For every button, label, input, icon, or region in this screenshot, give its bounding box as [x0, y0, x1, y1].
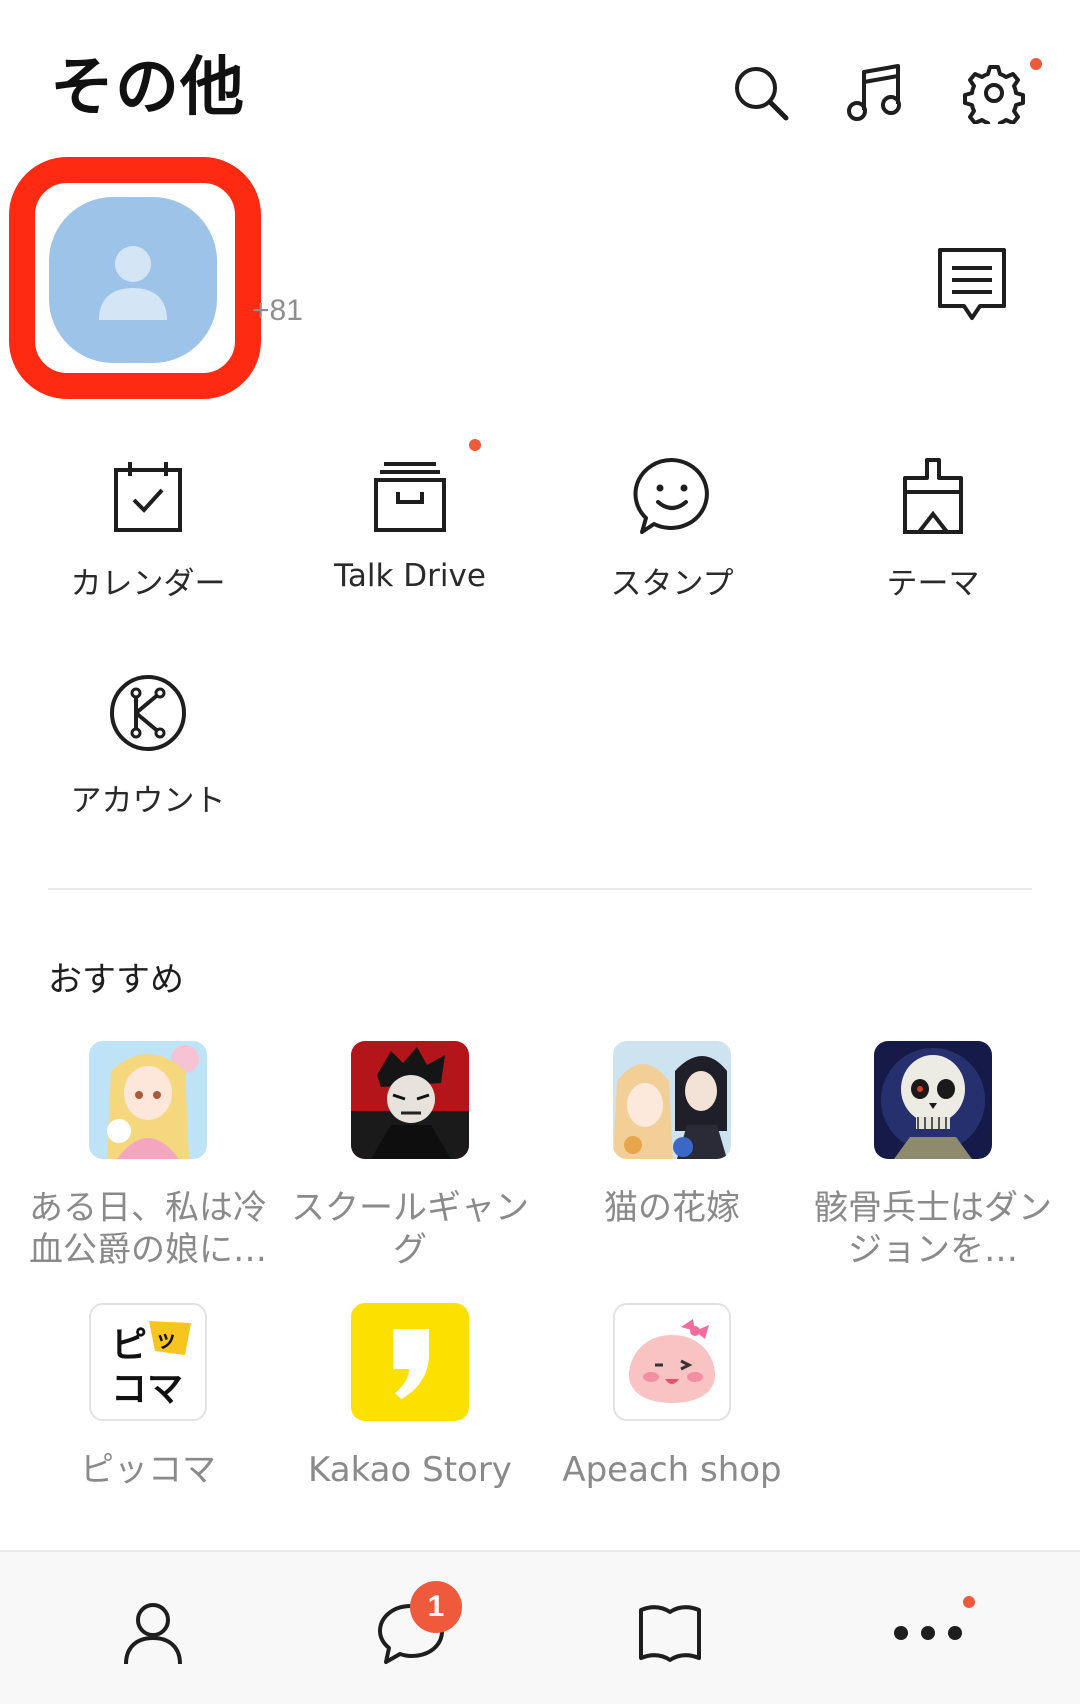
rec-item-apeach-shop[interactable]: Apeach shop [541, 1303, 803, 1491]
avatar[interactable] [49, 197, 217, 363]
paint-brush-icon [893, 456, 973, 536]
profile-phone: +81 [252, 294, 303, 327]
quick-item-label: アカウント [70, 783, 226, 819]
manga-cover-thumbnail [351, 1041, 469, 1159]
rec-item-label: Kakao Story [308, 1450, 512, 1490]
more-icon[interactable] [883, 1588, 973, 1678]
chat-unread-badge: 1 [410, 1581, 462, 1633]
manga-cover-thumbnail [89, 1041, 207, 1159]
apeach-logo [613, 1303, 731, 1421]
rec-item-label: スクールギャング [291, 1188, 529, 1270]
svg-text:ピ: ピ [111, 1325, 147, 1366]
talk-drive-notification-dot [469, 439, 481, 451]
svg-text:ッ: ッ [155, 1328, 177, 1353]
chat-bubble-icon[interactable] [934, 246, 1010, 326]
rec-item-manga-1[interactable]: ある日、私は冷血公爵の娘に… [17, 1041, 279, 1271]
smile-bubble-icon [632, 456, 712, 536]
rec-item-label: Apeach shop [562, 1450, 782, 1490]
drive-box-icon [370, 456, 450, 536]
gear-icon[interactable] [959, 58, 1029, 128]
rec-item-label: 骸骨兵士はダンジョンを… [814, 1188, 1052, 1270]
piccoma-logo: ピッコマ [89, 1303, 207, 1421]
recommendations-title: おすすめ [48, 960, 184, 1000]
kakao-account-icon [108, 673, 188, 753]
rec-item-manga-3[interactable]: 猫の花嫁 [541, 1041, 803, 1229]
music-icon[interactable] [841, 58, 911, 128]
manga-cover-thumbnail [874, 1041, 992, 1159]
quick-item-stamps[interactable]: スタンプ [541, 456, 803, 603]
rec-item-label: ある日、私は冷血公爵の娘に… [29, 1188, 267, 1270]
quick-item-label: テーマ [886, 566, 980, 602]
person-icon [99, 246, 167, 320]
quick-item-label: カレンダー [70, 566, 226, 602]
rec-item-piccoma[interactable]: ピッコマ ピッコマ [17, 1303, 279, 1491]
rec-item-manga-4[interactable]: 骸骨兵士はダンジョンを… [802, 1041, 1064, 1271]
rec-item-label: 猫の花嫁 [604, 1188, 740, 1228]
search-icon[interactable] [726, 58, 796, 128]
rec-item-label: ピッコマ [80, 1450, 216, 1490]
rec-item-manga-2[interactable]: スクールギャング [279, 1041, 541, 1271]
more-notification-dot [963, 1596, 975, 1608]
friends-icon[interactable] [108, 1588, 198, 1678]
quick-item-calendar[interactable]: カレンダー [17, 456, 279, 603]
quick-item-theme[interactable]: テーマ [802, 456, 1064, 603]
section-divider [48, 888, 1032, 890]
quick-item-label: Talk Drive [334, 558, 486, 594]
view-icon[interactable] [625, 1588, 715, 1678]
settings-notification-dot [1030, 58, 1042, 70]
quick-item-talk-drive[interactable]: Talk Drive [279, 456, 541, 594]
calendar-icon [108, 456, 188, 536]
page-title: その他 [50, 51, 245, 125]
rec-item-kakao-story[interactable]: Kakao Story [279, 1303, 541, 1491]
kakao-story-logo [351, 1303, 469, 1421]
svg-text:コマ: コマ [111, 1369, 183, 1410]
quick-item-account[interactable]: アカウント [17, 673, 279, 820]
quick-item-label: スタンプ [610, 566, 734, 602]
manga-cover-thumbnail [613, 1041, 731, 1159]
